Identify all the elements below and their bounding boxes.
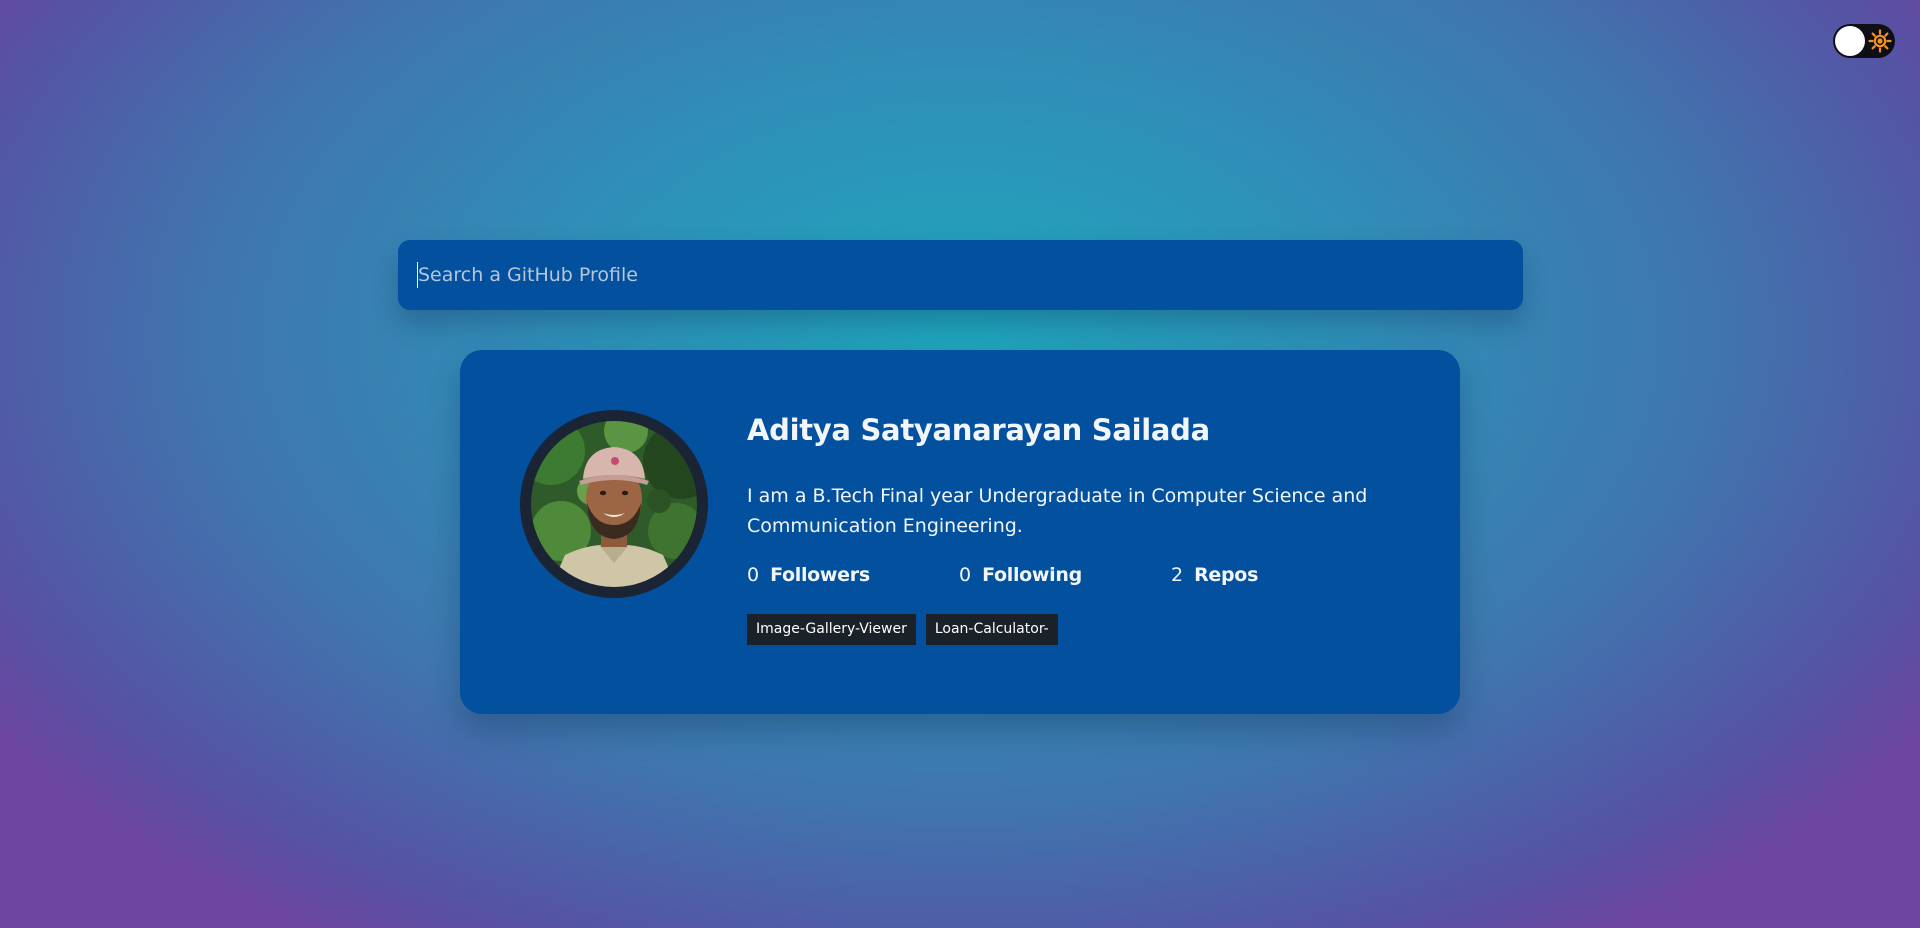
text-caret <box>417 262 418 288</box>
profile-name: Aditya Satyanarayan Sailada <box>747 413 1210 447</box>
stat-repos: 2 Repos <box>1171 564 1258 586</box>
stat-repos-label: Repos <box>1194 564 1259 586</box>
stat-repos-count: 2 <box>1171 564 1184 586</box>
stat-followers: 0 Followers <box>747 564 959 586</box>
toggle-knob <box>1835 26 1865 56</box>
repo-link[interactable]: Image-Gallery-Viewer <box>747 614 916 645</box>
stat-following-count: 0 <box>959 564 972 586</box>
search-input[interactable] <box>398 240 1523 310</box>
theme-toggle[interactable] <box>1833 24 1895 58</box>
stat-following-label: Following <box>982 564 1082 586</box>
sun-icon <box>1868 29 1892 53</box>
stat-followers-label: Followers <box>770 564 870 586</box>
profile-stats: 0 Followers 0 Following 2 Repos <box>747 564 1258 586</box>
profile-bio: I am a B.Tech Final year Undergraduate i… <box>747 485 1368 537</box>
profile-card: Aditya Satyanarayan Sailada I am a B.Tec… <box>460 350 1460 714</box>
avatar-photo <box>531 421 697 587</box>
avatar <box>520 410 708 598</box>
repo-list: Image-Gallery-Viewer Loan-Calculator- <box>747 614 1058 645</box>
stat-followers-count: 0 <box>747 564 760 586</box>
stat-following: 0 Following <box>959 564 1171 586</box>
search-bar <box>398 240 1523 310</box>
repo-link[interactable]: Loan-Calculator- <box>925 614 1058 645</box>
